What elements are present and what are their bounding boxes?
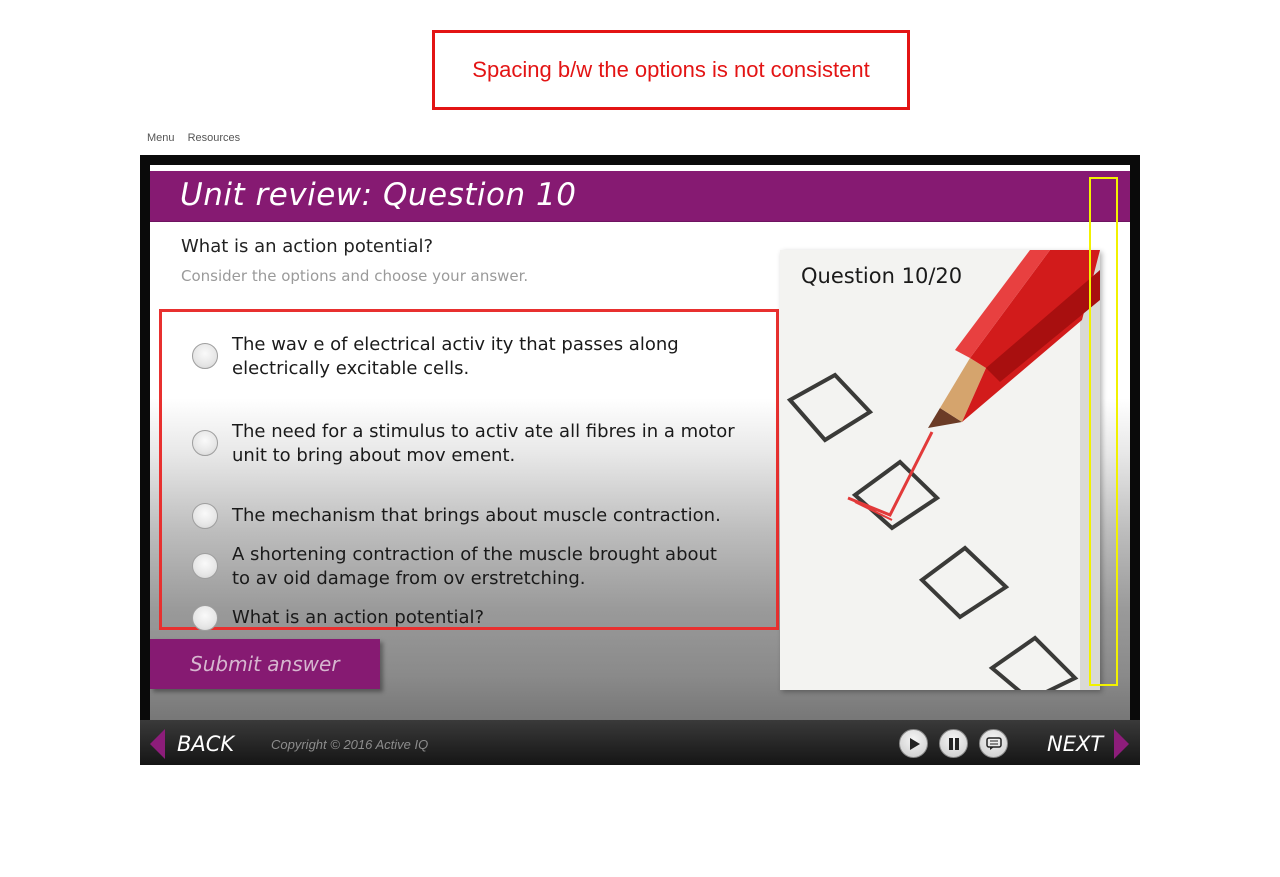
annotation-box: Spacing b/w the options is not consisten… [432, 30, 910, 110]
instruction-text: Consider the options and choose your ans… [181, 267, 529, 285]
menu-link[interactable]: Menu [147, 132, 175, 144]
answer-option-label: The need for a stimulus to activ ate all… [232, 420, 752, 468]
option-line: The mechanism that brings about muscle c… [232, 505, 721, 526]
player-control-bar: BACK Copyright © 2016 Active IQ NEXT [140, 720, 1140, 765]
captions-button[interactable] [979, 729, 1008, 758]
resources-link[interactable]: Resources [188, 132, 241, 144]
radio-icon[interactable] [192, 430, 218, 456]
back-button[interactable]: BACK [177, 732, 234, 756]
annotation-text: Spacing b/w the options is not consisten… [472, 57, 870, 82]
arrow-left-icon[interactable] [150, 729, 165, 759]
option-line: to av oid damage from ov erstretching. [232, 568, 586, 589]
scrollbar-highlight-box [1089, 177, 1118, 686]
copyright-text: Copyright © 2016 Active IQ [271, 737, 429, 752]
radio-icon[interactable] [192, 343, 218, 369]
answer-option-label: What is an action potential? [232, 606, 752, 630]
pause-icon [948, 737, 959, 750]
radio-icon[interactable] [192, 553, 218, 579]
title-bar: Unit review: Question 10 [150, 171, 1130, 222]
radio-icon[interactable] [192, 503, 218, 529]
question-progress-label: Question 10/20 [801, 264, 963, 288]
option-line: The need for a stimulus to activ ate all… [232, 421, 735, 442]
play-button[interactable] [899, 729, 928, 758]
checklist-pencil-illustration [780, 250, 1100, 690]
slide-title: Unit review: Question 10 [180, 177, 577, 213]
answer-option-label: The mechanism that brings about muscle c… [232, 504, 752, 528]
arrow-right-icon[interactable] [1114, 729, 1129, 759]
captions-icon [985, 736, 1002, 750]
play-icon [909, 737, 920, 750]
option-line: The wav e of electrical activ ity that p… [232, 334, 679, 355]
next-button[interactable]: NEXT [1047, 732, 1103, 756]
submit-answer-button[interactable]: Submit answer [150, 639, 380, 689]
answer-option-label: A shortening contraction of the muscle b… [232, 543, 752, 591]
answer-option-label: The wav e of electrical activ ity that p… [232, 333, 752, 381]
option-line: What is an action potential? [232, 607, 485, 628]
question-text: What is an action potential? [181, 236, 434, 257]
option-line: unit to bring about mov ement. [232, 445, 516, 466]
pause-button[interactable] [939, 729, 968, 758]
top-links: Menu Resources [147, 132, 250, 144]
course-player: Unit review: Question 10 What is an acti… [140, 155, 1140, 765]
slide: Unit review: Question 10 What is an acti… [150, 165, 1130, 720]
option-line: electrically excitable cells. [232, 358, 470, 379]
question-image: Question 10/20 [780, 250, 1100, 690]
radio-icon[interactable] [192, 605, 218, 631]
option-line: A shortening contraction of the muscle b… [232, 544, 717, 565]
